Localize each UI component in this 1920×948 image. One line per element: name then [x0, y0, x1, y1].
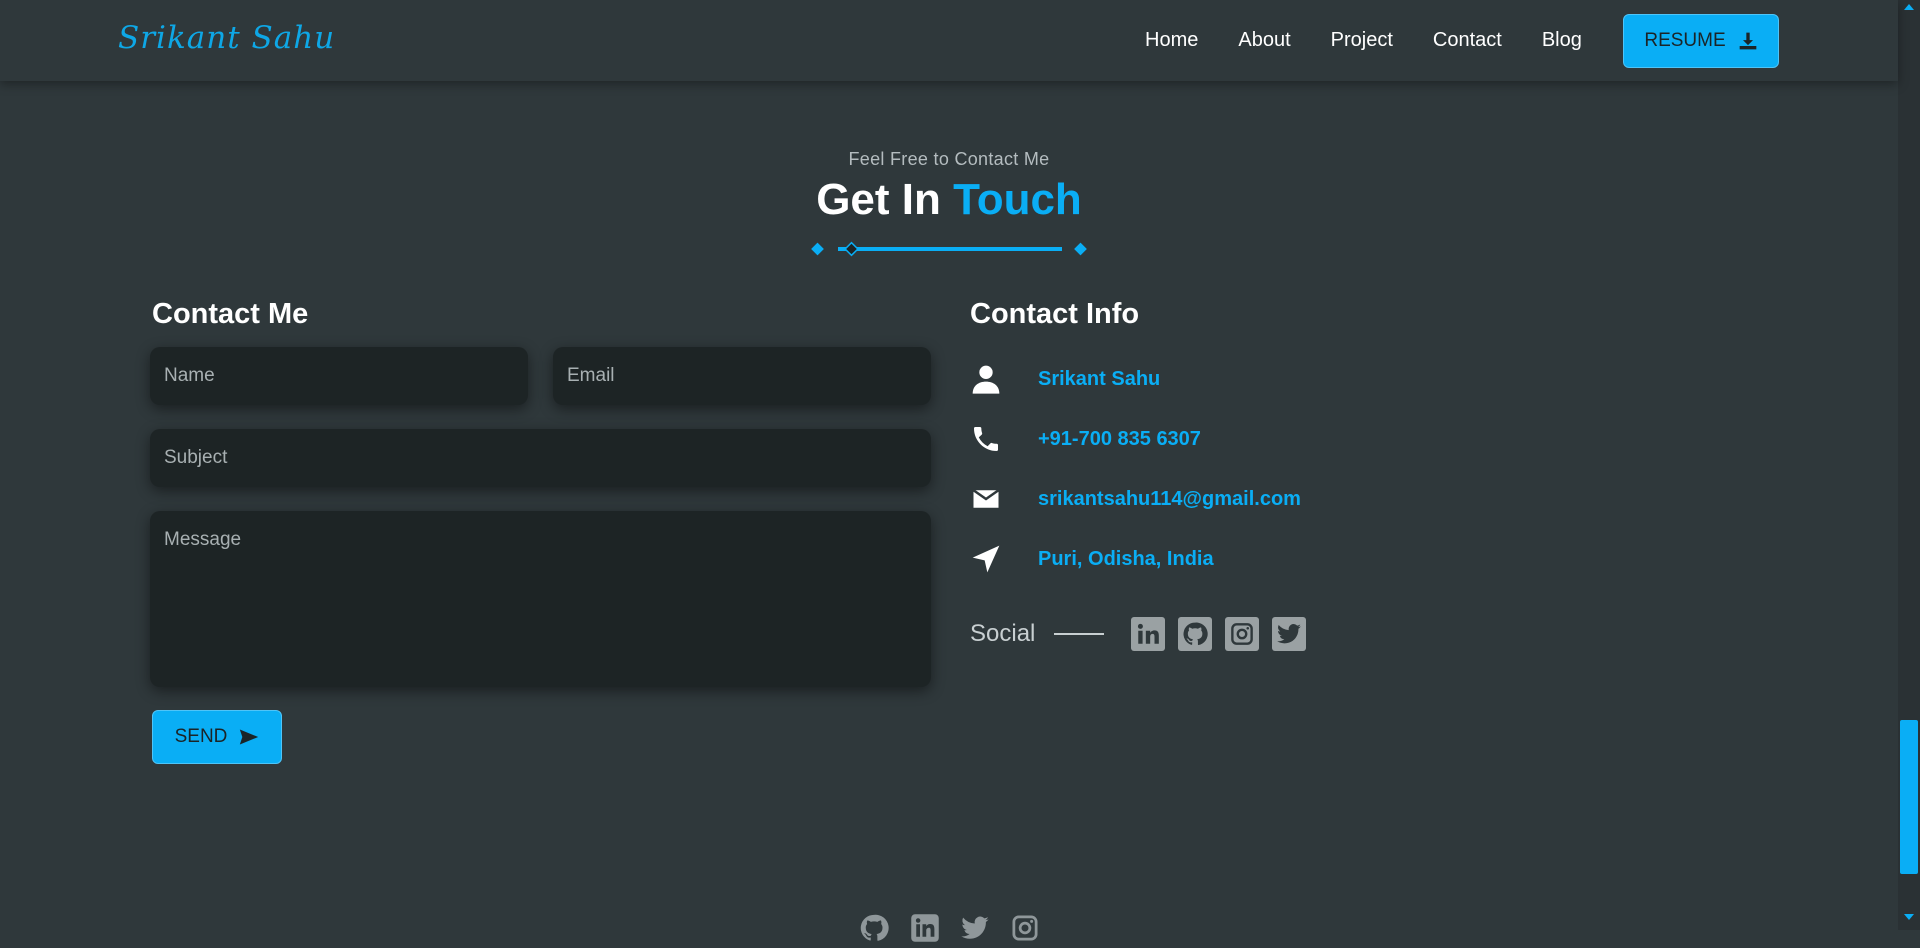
download-icon	[1739, 32, 1756, 50]
heading-divider	[811, 241, 1087, 257]
resume-label: RESUME	[1644, 30, 1726, 51]
mail-icon	[968, 481, 1004, 517]
info-row-name: Srikant Sahu	[968, 359, 1160, 399]
instagram-icon[interactable]	[1225, 617, 1259, 651]
scroll-thumb[interactable]	[1900, 720, 1918, 874]
nav-link-about[interactable]: About	[1238, 29, 1290, 52]
info-name-text[interactable]: Srikant Sahu	[1038, 368, 1160, 391]
vertical-scrollbar[interactable]	[1898, 0, 1920, 930]
footer-instagram-icon[interactable]	[1010, 913, 1040, 943]
footer-github-icon[interactable]	[859, 913, 889, 943]
info-row-location: Puri, Odisha, India	[968, 539, 1214, 579]
resume-button[interactable]: RESUME	[1623, 14, 1779, 68]
nav-link-home[interactable]: Home	[1145, 29, 1198, 52]
phone-icon	[968, 421, 1004, 457]
twitter-icon[interactable]	[1272, 617, 1306, 651]
send-icon	[240, 729, 259, 745]
footer-twitter-icon[interactable]	[960, 913, 990, 943]
name-input[interactable]	[150, 347, 528, 405]
social-label: Social	[970, 620, 1036, 647]
subject-input[interactable]	[150, 429, 931, 487]
footer-linkedin-icon[interactable]	[910, 913, 940, 943]
nav-link-blog[interactable]: Blog	[1542, 29, 1582, 52]
social-divider	[1054, 633, 1104, 635]
send-button[interactable]: SEND	[152, 710, 282, 764]
info-location-text[interactable]: Puri, Odisha, India	[1038, 548, 1214, 571]
info-phone-text[interactable]: +91-700 835 6307	[1038, 428, 1201, 451]
email-input[interactable]	[553, 347, 931, 405]
nav-links: Home About Project Contact Blog	[1145, 29, 1582, 52]
linkedin-icon[interactable]	[1131, 617, 1165, 651]
brand-logo[interactable]: Srikant Sahu	[118, 20, 335, 56]
info-row-email: srikantsahu114@gmail.com	[968, 479, 1301, 519]
scroll-up-arrow[interactable]	[1904, 4, 1914, 10]
nav-link-contact[interactable]: Contact	[1433, 29, 1502, 52]
nav-link-project[interactable]: Project	[1331, 29, 1393, 52]
section-title-main: Get In	[816, 175, 954, 224]
contact-info-title: Contact Info	[970, 298, 1140, 330]
user-icon	[968, 361, 1004, 397]
section-title-accent: Touch	[953, 175, 1082, 224]
location-arrow-icon	[968, 541, 1004, 577]
info-email-text[interactable]: srikantsahu114@gmail.com	[1038, 488, 1301, 511]
navbar: Srikant Sahu Home About Project Contact …	[0, 0, 1898, 81]
message-textarea[interactable]	[150, 511, 931, 687]
section-subtitle: Feel Free to Contact Me	[848, 149, 1050, 169]
scroll-down-arrow[interactable]	[1904, 914, 1914, 920]
send-label: SEND	[174, 726, 228, 747]
contact-me-title: Contact Me	[152, 298, 309, 330]
github-icon[interactable]	[1178, 617, 1212, 651]
info-row-phone: +91-700 835 6307	[968, 419, 1201, 459]
section-title: Get In Touch	[0, 175, 1898, 225]
